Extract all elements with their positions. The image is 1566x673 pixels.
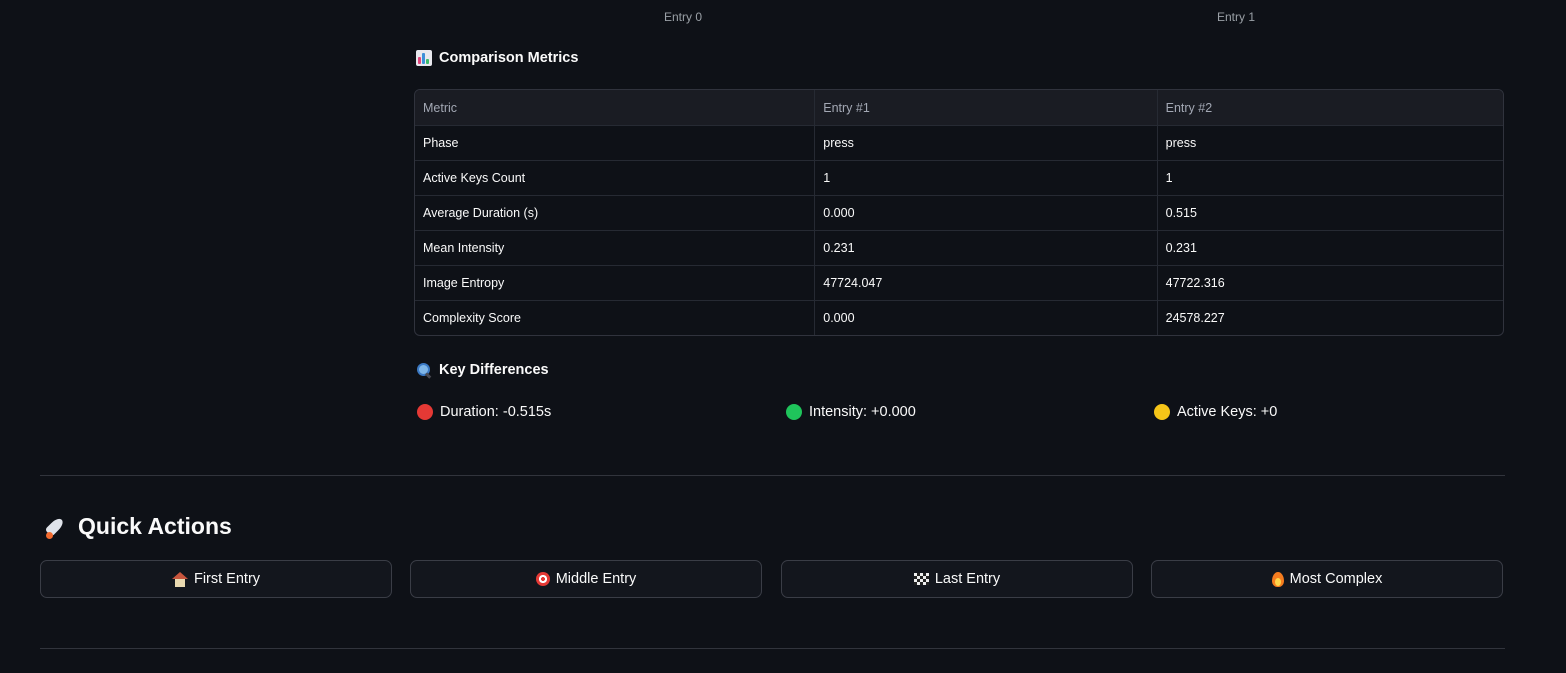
first-entry-button[interactable]: First Entry	[40, 560, 392, 598]
difference-duration-text: Duration: -0.515s	[440, 404, 552, 420]
metric-name-cell: Phase	[415, 126, 816, 161]
table-row: Mean Intensity 0.231 0.231	[415, 231, 1503, 266]
key-differences-heading: Key Differences	[416, 362, 549, 378]
quick-actions-heading: Quick Actions	[44, 513, 232, 540]
image-caption-entry-0: Entry 0	[663, 10, 702, 24]
entry-1-value-cell: press	[815, 126, 1158, 161]
entry-1-value-cell: 0.000	[815, 196, 1158, 231]
bar-chart-icon	[416, 50, 432, 66]
page: Entry 0 Entry 1 Comparison Metrics Metri…	[0, 0, 1566, 673]
metric-name-cell: Average Duration (s)	[415, 196, 816, 231]
entry-2-value-cell: 47722.316	[1157, 266, 1503, 301]
table-row: Phase press press	[415, 126, 1503, 161]
metric-name-cell: Complexity Score	[415, 301, 816, 335]
magnifier-icon	[416, 362, 432, 378]
quick-actions-title: Quick Actions	[78, 513, 232, 539]
entry-1-value-cell: 1	[815, 161, 1158, 196]
fire-icon	[1271, 571, 1284, 587]
middle-entry-label: Middle Entry	[555, 571, 637, 587]
difference-active-keys-text: Active Keys: +0	[1177, 404, 1278, 420]
most-complex-label: Most Complex	[1289, 571, 1383, 587]
column-header-metric[interactable]: Metric	[415, 90, 816, 126]
rocket-icon	[44, 514, 70, 540]
checkered-flag-icon	[913, 573, 929, 585]
metric-name-cell: Active Keys Count	[415, 161, 816, 196]
table-row: Average Duration (s) 0.000 0.515	[415, 196, 1503, 231]
red-circle-icon	[417, 404, 433, 420]
middle-entry-button[interactable]: Middle Entry	[410, 560, 762, 598]
image-caption-entry-1: Entry 1	[1216, 10, 1255, 24]
table-header-row: Metric Entry #1 Entry #2	[415, 90, 1503, 126]
entry-2-value-cell: 1	[1157, 161, 1503, 196]
comparison-metrics-heading: Comparison Metrics	[416, 50, 578, 66]
house-icon	[171, 571, 188, 587]
entry-2-value-cell: 0.515	[1157, 196, 1503, 231]
difference-intensity: Intensity: +0.000	[786, 404, 916, 420]
last-entry-label: Last Entry	[934, 571, 1001, 587]
green-circle-icon	[786, 404, 802, 420]
column-header-entry-2[interactable]: Entry #2	[1157, 90, 1503, 126]
metric-name-cell: Image Entropy	[415, 266, 816, 301]
entry-1-value-cell: 0.231	[815, 231, 1158, 266]
entry-2-value-cell: 0.231	[1157, 231, 1503, 266]
entry-1-value-cell: 0.000	[815, 301, 1158, 335]
entry-2-value-cell: 24578.227	[1165, 311, 1225, 325]
entry-2-value-cell: press	[1157, 126, 1503, 161]
entry-1-value-cell: 47724.047	[815, 266, 1158, 301]
column-header-entry-1[interactable]: Entry #1	[815, 90, 1158, 126]
comparison-metrics-title: Comparison Metrics	[439, 50, 579, 66]
divider	[40, 648, 1505, 649]
table-row: Image Entropy 47724.047 47722.316	[415, 266, 1503, 301]
difference-intensity-text: Intensity: +0.000	[809, 404, 916, 420]
last-entry-button[interactable]: Last Entry	[781, 560, 1133, 598]
difference-duration: Duration: -0.515s	[417, 404, 551, 420]
divider	[40, 475, 1505, 476]
metric-name-cell: Mean Intensity	[415, 231, 816, 266]
most-complex-button[interactable]: Most Complex	[1151, 560, 1503, 598]
first-entry-label: First Entry	[193, 571, 261, 587]
table-row: Complexity Score 0.000 24578.227	[415, 301, 1503, 335]
difference-active-keys: Active Keys: +0	[1154, 404, 1277, 420]
key-differences-title: Key Differences	[439, 362, 549, 378]
comparison-metrics-table[interactable]: Metric Entry #1 Entry #2 Phase press pre…	[414, 89, 1504, 336]
table-row: Active Keys Count 1 1	[415, 161, 1503, 196]
target-icon	[535, 572, 550, 586]
yellow-circle-icon	[1154, 404, 1170, 420]
